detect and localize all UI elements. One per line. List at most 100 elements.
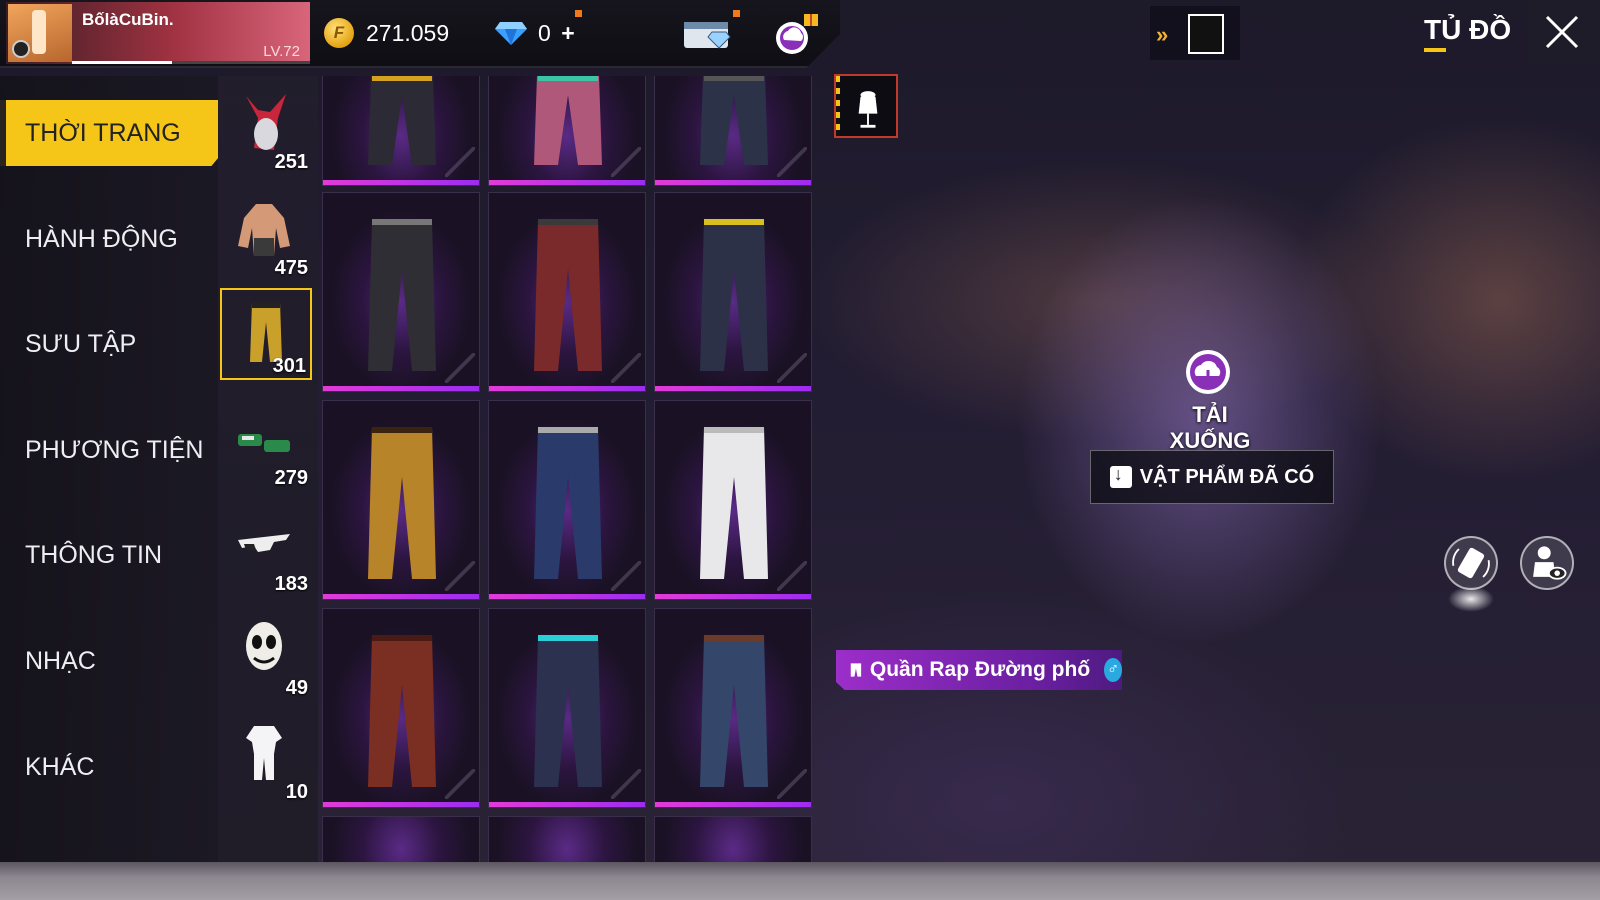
xp-bar-fill bbox=[72, 61, 172, 64]
pants-waistband bbox=[704, 76, 764, 81]
category-khac[interactable]: KHÁC bbox=[0, 734, 218, 800]
category-nhac[interactable]: NHẠC bbox=[0, 628, 218, 694]
cloud-gift-icon[interactable] bbox=[772, 12, 820, 56]
item-cell[interactable] bbox=[322, 816, 480, 862]
rotate-phone-button[interactable] bbox=[1444, 536, 1498, 590]
rarity-corner-mark bbox=[777, 769, 807, 799]
item-cell[interactable] bbox=[654, 608, 812, 808]
subcategory-mask-head[interactable]: 251 bbox=[220, 82, 312, 174]
pants-shape bbox=[368, 427, 436, 579]
rarity-bar bbox=[655, 180, 811, 185]
category-thong-tin[interactable]: THÔNG TIN bbox=[0, 522, 218, 588]
subcategory-face[interactable]: 49 bbox=[220, 608, 312, 700]
double-chevron-right-icon[interactable]: » bbox=[1156, 22, 1168, 48]
item-grid bbox=[322, 76, 820, 862]
pants-waistband bbox=[538, 635, 598, 641]
item-cell[interactable] bbox=[322, 192, 480, 392]
item-cell[interactable] bbox=[654, 192, 812, 392]
item-cell[interactable] bbox=[654, 400, 812, 600]
item-cell[interactable] bbox=[322, 400, 480, 600]
mannequin-icon bbox=[858, 91, 878, 128]
category-thoi-trang[interactable]: THỜI TRANG bbox=[0, 100, 218, 166]
subcategory-shoes[interactable]: 279 bbox=[220, 398, 312, 490]
rarity-bar bbox=[655, 386, 811, 391]
item-cell[interactable] bbox=[488, 608, 646, 808]
item-cell[interactable] bbox=[488, 816, 646, 862]
subcategory-outfit[interactable]: 10 bbox=[220, 712, 312, 804]
category-suu-tap[interactable]: SƯU TẬP bbox=[0, 311, 218, 377]
download-label[interactable]: TẢI XUỐNG bbox=[1150, 402, 1270, 454]
rarity-bar bbox=[655, 594, 811, 599]
rarity-corner-mark bbox=[611, 769, 641, 799]
item-cell[interactable] bbox=[322, 76, 480, 186]
rarity-corner-mark bbox=[445, 561, 475, 591]
subcategory-count: 183 bbox=[274, 573, 308, 595]
diamond-count: 0 bbox=[538, 20, 551, 46]
subcategory-count: 10 bbox=[285, 781, 308, 803]
subcategory-pants[interactable]: 301 bbox=[220, 288, 312, 380]
pants-waistband bbox=[372, 427, 432, 433]
top-up-wallet-icon[interactable] bbox=[682, 16, 734, 50]
clown-face-icon bbox=[246, 622, 282, 670]
pants-shape bbox=[700, 76, 768, 165]
coin-balance: 271.059 bbox=[366, 20, 450, 46]
rarity-bar bbox=[489, 386, 645, 391]
player-level: LV.72 bbox=[263, 43, 300, 60]
pants-waistband bbox=[704, 635, 764, 641]
diamond-notification-dot bbox=[575, 10, 582, 17]
rarity-corner-mark bbox=[445, 353, 475, 383]
player-name: BốlàCuBin. bbox=[82, 10, 174, 29]
subcategory-count: 251 bbox=[274, 151, 308, 173]
item-cell[interactable] bbox=[488, 400, 646, 600]
cloud-download-icon[interactable] bbox=[1184, 348, 1232, 396]
subcategory-torso[interactable]: 475 bbox=[220, 188, 312, 280]
subcategory-glasses[interactable]: 183 bbox=[220, 504, 312, 596]
item-cell[interactable] bbox=[654, 76, 812, 186]
item-cell[interactable] bbox=[322, 608, 480, 808]
glasses-icon bbox=[238, 534, 290, 552]
subcategory-count: 301 bbox=[272, 355, 306, 377]
pants-shape bbox=[700, 219, 768, 371]
gold-coin-icon: F bbox=[324, 18, 354, 48]
item-cell[interactable] bbox=[654, 816, 812, 862]
pants-shape bbox=[368, 635, 436, 787]
wallet-notification-dot bbox=[733, 10, 740, 17]
category-hanh-dong[interactable]: HÀNH ĐỘNG bbox=[0, 206, 218, 272]
character-portrait-icon[interactable] bbox=[1188, 14, 1224, 54]
diamond-balance[interactable]: 0 + bbox=[538, 20, 575, 47]
pants-shape bbox=[534, 635, 602, 787]
category-phuong-tien[interactable]: PHƯƠNG TIỆN bbox=[0, 417, 218, 483]
pants-shape bbox=[534, 219, 602, 371]
xp-bar bbox=[72, 61, 310, 64]
rarity-corner-mark bbox=[445, 147, 475, 177]
pants-small-icon bbox=[850, 663, 862, 677]
outfit-preview-button[interactable] bbox=[834, 74, 898, 138]
rarity-corner-mark bbox=[611, 353, 641, 383]
pants-waistband bbox=[372, 76, 432, 81]
pants-waistband bbox=[704, 427, 764, 433]
selected-item-name: Quần Rap Đường phố bbox=[869, 658, 1091, 681]
add-diamond-button[interactable]: + bbox=[561, 20, 574, 46]
pants-shape bbox=[368, 219, 436, 371]
pants-waistband bbox=[538, 76, 598, 81]
selected-item-tag: Quần Rap Đường phố ♂ bbox=[836, 650, 1122, 690]
page-title: TỦ ĐỒ bbox=[1424, 14, 1512, 45]
item-cell[interactable] bbox=[488, 76, 646, 186]
player-profile-card[interactable]: BốlàCuBin. LV.72 bbox=[6, 2, 310, 64]
shoes-icon bbox=[238, 434, 290, 452]
avatar-figure bbox=[32, 10, 46, 54]
light-glow bbox=[1448, 586, 1494, 612]
rank-badge-icon bbox=[12, 40, 30, 58]
male-gender-icon: ♂ bbox=[1104, 658, 1122, 682]
pants-waistband bbox=[538, 219, 598, 225]
outfit-icon bbox=[246, 726, 282, 780]
character-view-button[interactable] bbox=[1520, 536, 1574, 590]
owned-items-button[interactable]: VẬT PHẨM ĐÃ CÓ bbox=[1090, 450, 1334, 504]
stage-floor bbox=[0, 862, 1600, 900]
pants-shape bbox=[534, 427, 602, 579]
close-icon[interactable] bbox=[1544, 14, 1580, 50]
item-cell[interactable] bbox=[488, 192, 646, 392]
subcategory-count: 475 bbox=[274, 257, 308, 279]
rarity-bar bbox=[323, 594, 479, 599]
mask-head-icon bbox=[246, 94, 286, 150]
